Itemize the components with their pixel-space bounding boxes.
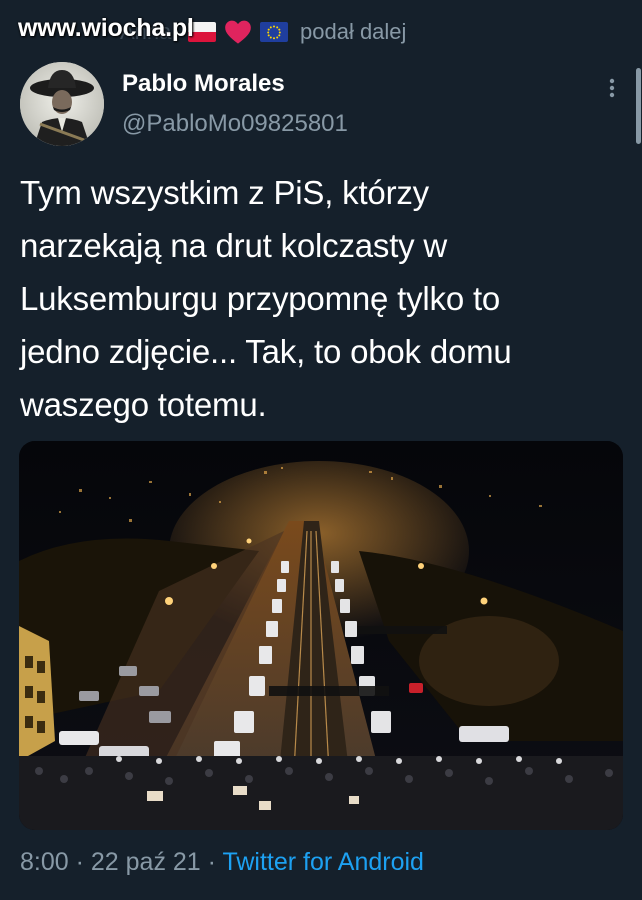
meta-separator: · [68, 848, 91, 876]
scrollbar[interactable] [636, 68, 641, 144]
tweet-source-link[interactable]: Twitter for Android [222, 848, 423, 876]
retweet-label: podał dalej [300, 19, 407, 44]
more-options-icon[interactable] [600, 76, 624, 100]
author-handle[interactable]: @PabloMo09825801 [122, 110, 348, 138]
red-heart-icon [225, 20, 251, 44]
meta-separator: · [200, 848, 223, 876]
eu-flag-icon [260, 22, 288, 42]
tweet-screen: Anna podał dalej www.wiocha.pl Pablo Mor… [0, 0, 642, 900]
tweet-date[interactable]: 22 paź 21 [91, 848, 201, 876]
author-name[interactable]: Pablo Morales [122, 70, 285, 98]
tweet-meta: 8:00 · 22 paź 21 · Twitter for Android [20, 848, 424, 877]
tweet-photo[interactable] [19, 441, 623, 830]
avatar[interactable] [20, 62, 104, 146]
tweet-time[interactable]: 8:00 [20, 848, 69, 876]
watermark: www.wiocha.pl [18, 14, 194, 42]
tweet-text: Tym wszystkim z PiS, którzy narzekają na… [20, 174, 512, 423]
